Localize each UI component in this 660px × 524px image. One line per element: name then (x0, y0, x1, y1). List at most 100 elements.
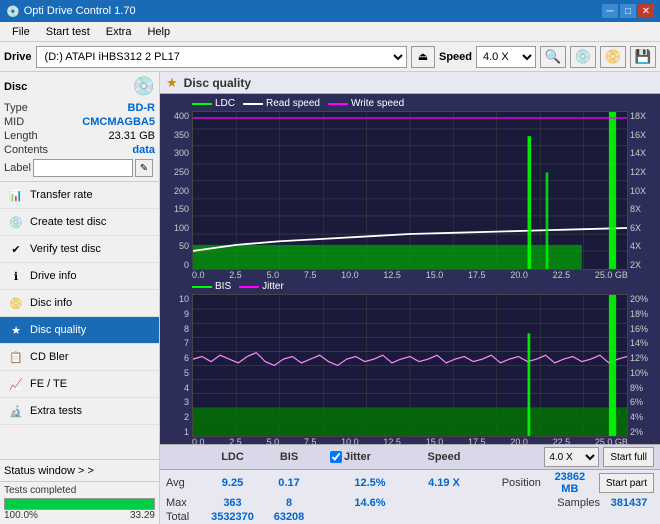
chart2-canvas (192, 294, 628, 437)
nav-items: 📊 Transfer rate 💿 Create test disc ✔ Ver… (0, 182, 159, 459)
title-bar-title: 💿 Opti Drive Control 1.70 (6, 5, 136, 18)
menu-file[interactable]: File (4, 24, 38, 40)
ldc-color (192, 103, 212, 105)
legend-read-speed-label: Read speed (266, 98, 320, 109)
jitter-header: Jitter (344, 451, 371, 463)
start-part-button[interactable]: Start part (599, 473, 654, 493)
nav-label-drive-info: Drive info (30, 270, 76, 282)
samples-label: Samples (557, 497, 600, 509)
disc-icon: 💿 (133, 76, 155, 97)
speed-select[interactable]: 4.0 X (476, 46, 536, 68)
save-button[interactable]: 💾 (630, 46, 656, 68)
stats-panel: LDC BIS Jitter Speed 4.0 X Start full Av… (160, 444, 660, 524)
title-bar-controls: ─ □ ✕ (602, 4, 654, 18)
label-label: Label (4, 162, 31, 174)
chart1-wrapper: LDC Read speed Write speed 400 350 (160, 94, 660, 277)
nav-extra-tests[interactable]: 🔬 Extra tests (0, 398, 159, 425)
drive-label: Drive (4, 51, 32, 63)
legend-bis: BIS (192, 281, 231, 292)
nav-label-fe-te: FE / TE (30, 378, 67, 390)
total-bis: 63208 (264, 511, 314, 523)
drive-select[interactable]: (D:) ATAPI iHBS312 2 PL17 (36, 46, 407, 68)
app-icon: 💿 (6, 5, 20, 18)
total-ldc: 3532370 (205, 511, 260, 523)
progress-bar-inner (5, 499, 154, 509)
legend-jitter-label: Jitter (262, 281, 284, 292)
nav-create-test-disc[interactable]: 💿 Create test disc (0, 209, 159, 236)
disc2-button[interactable]: 📀 (600, 46, 626, 68)
close-button[interactable]: ✕ (638, 4, 654, 18)
nav-label-create-test-disc: Create test disc (30, 216, 106, 228)
menu-bar: File Start test Extra Help (0, 22, 660, 42)
nav-cd-bler[interactable]: 📋 CD Bler (0, 344, 159, 371)
legend-write-speed-label: Write speed (351, 98, 404, 109)
nav-disc-quality[interactable]: ★ Disc quality (0, 317, 159, 344)
avg-label: Avg (166, 477, 201, 489)
nav-drive-info[interactable]: ℹ Drive info (0, 263, 159, 290)
total-label: Total (166, 511, 201, 523)
app-title: Opti Drive Control 1.70 (24, 5, 136, 17)
chart2-body: 10 9 8 7 6 5 4 3 2 1 (164, 294, 656, 437)
menu-help[interactable]: Help (139, 24, 178, 40)
chart2-svg (193, 295, 627, 436)
status-window-label: Status window > > (4, 465, 94, 477)
chart2-x-axis: 0.0 2.5 5.0 7.5 10.0 12.5 15.0 17.5 20.0… (164, 437, 656, 447)
sidebar: Disc 💿 Type BD-R MID CMCMAGBA5 Length 23… (0, 72, 160, 524)
maximize-button[interactable]: □ (620, 4, 636, 18)
max-bis: 8 (264, 497, 314, 509)
menu-start-test[interactable]: Start test (38, 24, 98, 40)
read-speed-color (243, 103, 263, 105)
avg-jitter: 12.5% (330, 477, 410, 489)
minimize-button[interactable]: ─ (602, 4, 618, 18)
label-button[interactable]: ✎ (135, 159, 153, 177)
fe-te-icon: 📈 (8, 376, 24, 392)
position-label: Position (502, 477, 541, 489)
nav-fe-te[interactable]: 📈 FE / TE (0, 371, 159, 398)
chart2-legend: BIS Jitter (164, 281, 656, 292)
disc-quality-icon: ★ (8, 322, 24, 338)
drive-info-icon: ℹ (8, 268, 24, 284)
contents-value: data (132, 144, 155, 156)
title-bar: 💿 Opti Drive Control 1.70 ─ □ ✕ (0, 0, 660, 22)
label-input[interactable] (33, 159, 133, 177)
nav-transfer-rate[interactable]: 📊 Transfer rate (0, 182, 159, 209)
chart1-canvas (192, 111, 628, 270)
content-header-title: Disc quality (184, 76, 251, 90)
speed-select-stats[interactable]: 4.0 X (544, 447, 599, 467)
legend-bis-label: BIS (215, 281, 231, 292)
scan-button[interactable]: 🔍 (540, 46, 566, 68)
legend-ldc: LDC (192, 98, 235, 109)
mid-value: CMCMAGBA5 (82, 116, 155, 128)
legend-jitter: Jitter (239, 281, 284, 292)
chart2-y-right: 20% 18% 16% 14% 12% 10% 8% 6% 4% 2% (628, 294, 656, 437)
nav-label-verify-test-disc: Verify test disc (30, 243, 101, 255)
avg-speed: 4.19 X (414, 477, 474, 489)
length-label: Length (4, 130, 38, 142)
disc-button[interactable]: 💿 (570, 46, 596, 68)
charts-area: LDC Read speed Write speed 400 350 (160, 94, 660, 444)
max-label: Max (166, 497, 201, 509)
nav-verify-test-disc[interactable]: ✔ Verify test disc (0, 236, 159, 263)
max-jitter: 14.6% (330, 497, 410, 509)
progress-right-val: 33.29 (130, 510, 155, 521)
nav-label-extra-tests: Extra tests (30, 405, 82, 417)
start-full-button[interactable]: Start full (603, 447, 654, 467)
menu-extra[interactable]: Extra (98, 24, 140, 40)
legend-ldc-label: LDC (215, 98, 235, 109)
nav-disc-info[interactable]: 📀 Disc info (0, 290, 159, 317)
speed-label: Speed (439, 51, 472, 63)
disc-section-title: Disc (4, 81, 27, 93)
extra-tests-icon: 🔬 (8, 403, 24, 419)
type-value: BD-R (128, 102, 156, 114)
bis-header: BIS (264, 451, 314, 463)
content-area: ★ Disc quality LDC Read speed (160, 72, 660, 524)
contents-label: Contents (4, 144, 48, 156)
avg-ldc: 9.25 (205, 477, 260, 489)
status-window[interactable]: Status window > > (0, 459, 159, 481)
nav-label-disc-info: Disc info (30, 297, 72, 309)
jitter-checkbox[interactable] (330, 451, 342, 463)
eject-button[interactable]: ⏏ (411, 46, 435, 68)
cd-bler-icon: 📋 (8, 349, 24, 365)
content-header: ★ Disc quality (160, 72, 660, 94)
position-value: 23862 MB (545, 471, 595, 495)
